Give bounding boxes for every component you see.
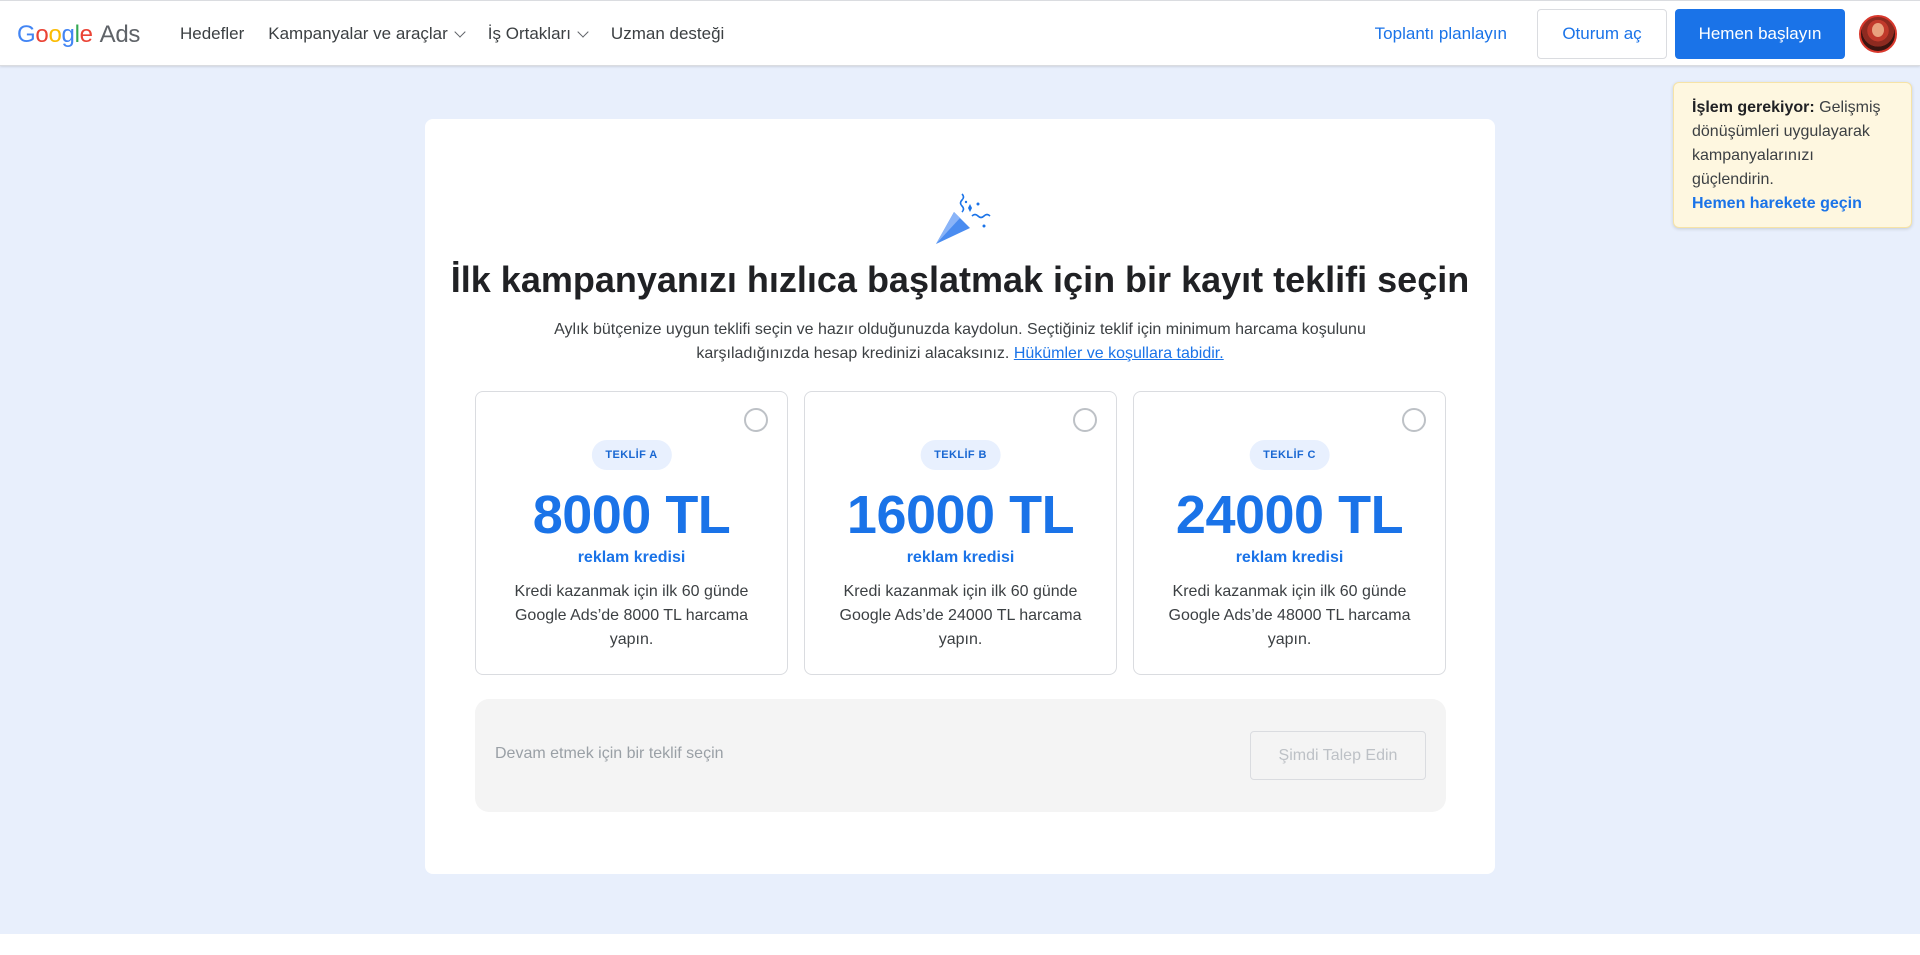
page-title: İlk kampanyanızı hızlıca başlatmak için … <box>450 259 1470 300</box>
nav-item-kampanyalar[interactable]: Kampanyalar ve araçlar <box>268 24 466 44</box>
offer-amount: 8000 TL <box>532 485 731 545</box>
header-actions: Toplantı planlayın Oturum aç Hemen başla… <box>1375 1 1920 67</box>
offer-credit-label: reklam kredisi <box>1235 549 1344 566</box>
offer-card: İlk kampanyanızı hızlıca başlatmak için … <box>425 119 1495 874</box>
avatar[interactable] <box>1859 15 1897 53</box>
offer-b-radio[interactable] <box>1073 408 1097 432</box>
offer-amount: 16000 TL <box>846 485 1075 545</box>
chevron-down-icon <box>454 26 466 38</box>
party-popper-icon <box>936 193 991 244</box>
claim-hint: Devam etmek için bir teklif seçin <box>495 745 724 762</box>
schedule-meeting-link[interactable]: Toplantı planlayın <box>1375 24 1507 44</box>
nav-item-is-ortaklari[interactable]: İş Ortakları <box>488 24 589 44</box>
offer-description: Kredi kazanmak için ilk 60 günde Google … <box>514 583 749 648</box>
offer-amount: 24000 TL <box>1175 485 1404 545</box>
offer-badge: TEKLİF C <box>1249 440 1330 470</box>
action-required-notice: İşlem gerekiyor: Gelişmiş dönüşümleri uy… <box>1673 82 1912 228</box>
offer-credit-label: reklam kredisi <box>906 549 1015 566</box>
offer-a-radio[interactable] <box>744 408 768 432</box>
offer-badge: TEKLİF A <box>591 440 672 470</box>
nav-item-hedefler[interactable]: Hedefler <box>180 24 244 44</box>
offer-c-radio[interactable] <box>1402 408 1426 432</box>
terms-link[interactable]: Hükümler ve koşullara tabidir. <box>1014 345 1224 362</box>
offer-badge: TEKLİF B <box>920 440 1001 470</box>
main-nav: Hedefler Kampanyalar ve araçlar İş Ortak… <box>180 1 724 67</box>
notice-action-link[interactable]: Hemen harekete geçin <box>1692 192 1894 216</box>
nav-item-uzman-destegi[interactable]: Uzman desteği <box>611 24 724 44</box>
offer-a-card[interactable]: TEKLİF A 8000 TL reklam kredisi Kredi ka… <box>475 391 788 675</box>
get-started-button[interactable]: Hemen başlayın <box>1675 9 1845 59</box>
google-ads-logo[interactable]: Google Ads <box>17 21 140 49</box>
offer-b-card[interactable]: TEKLİF B 16000 TL reklam kredisi Kredi k… <box>804 391 1117 675</box>
page-bottom-strip <box>0 934 1920 955</box>
claim-now-button[interactable]: Şimdi Talep Edin <box>1250 731 1426 780</box>
offer-list: TEKLİF A 8000 TL reklam kredisi Kredi ka… <box>475 391 1446 675</box>
chevron-down-icon <box>577 26 589 38</box>
notice-bold-label: İşlem gerekiyor: <box>1692 99 1815 116</box>
page-subtitle: Aylık bütçenize uygun teklifi seçin ve h… <box>554 321 1366 362</box>
claim-bar: Devam etmek için bir teklif seçin Şimdi … <box>475 699 1446 812</box>
top-header: Google Ads Hedefler Kampanyalar ve araçl… <box>0 0 1920 66</box>
offer-description: Kredi kazanmak için ilk 60 günde Google … <box>1168 583 1411 648</box>
offer-c-card[interactable]: TEKLİF C 24000 TL reklam kredisi Kredi k… <box>1133 391 1446 675</box>
sign-in-button[interactable]: Oturum aç <box>1537 9 1667 59</box>
offer-credit-label: reklam kredisi <box>577 549 686 566</box>
offer-description: Kredi kazanmak için ilk 60 günde Google … <box>839 583 1082 648</box>
